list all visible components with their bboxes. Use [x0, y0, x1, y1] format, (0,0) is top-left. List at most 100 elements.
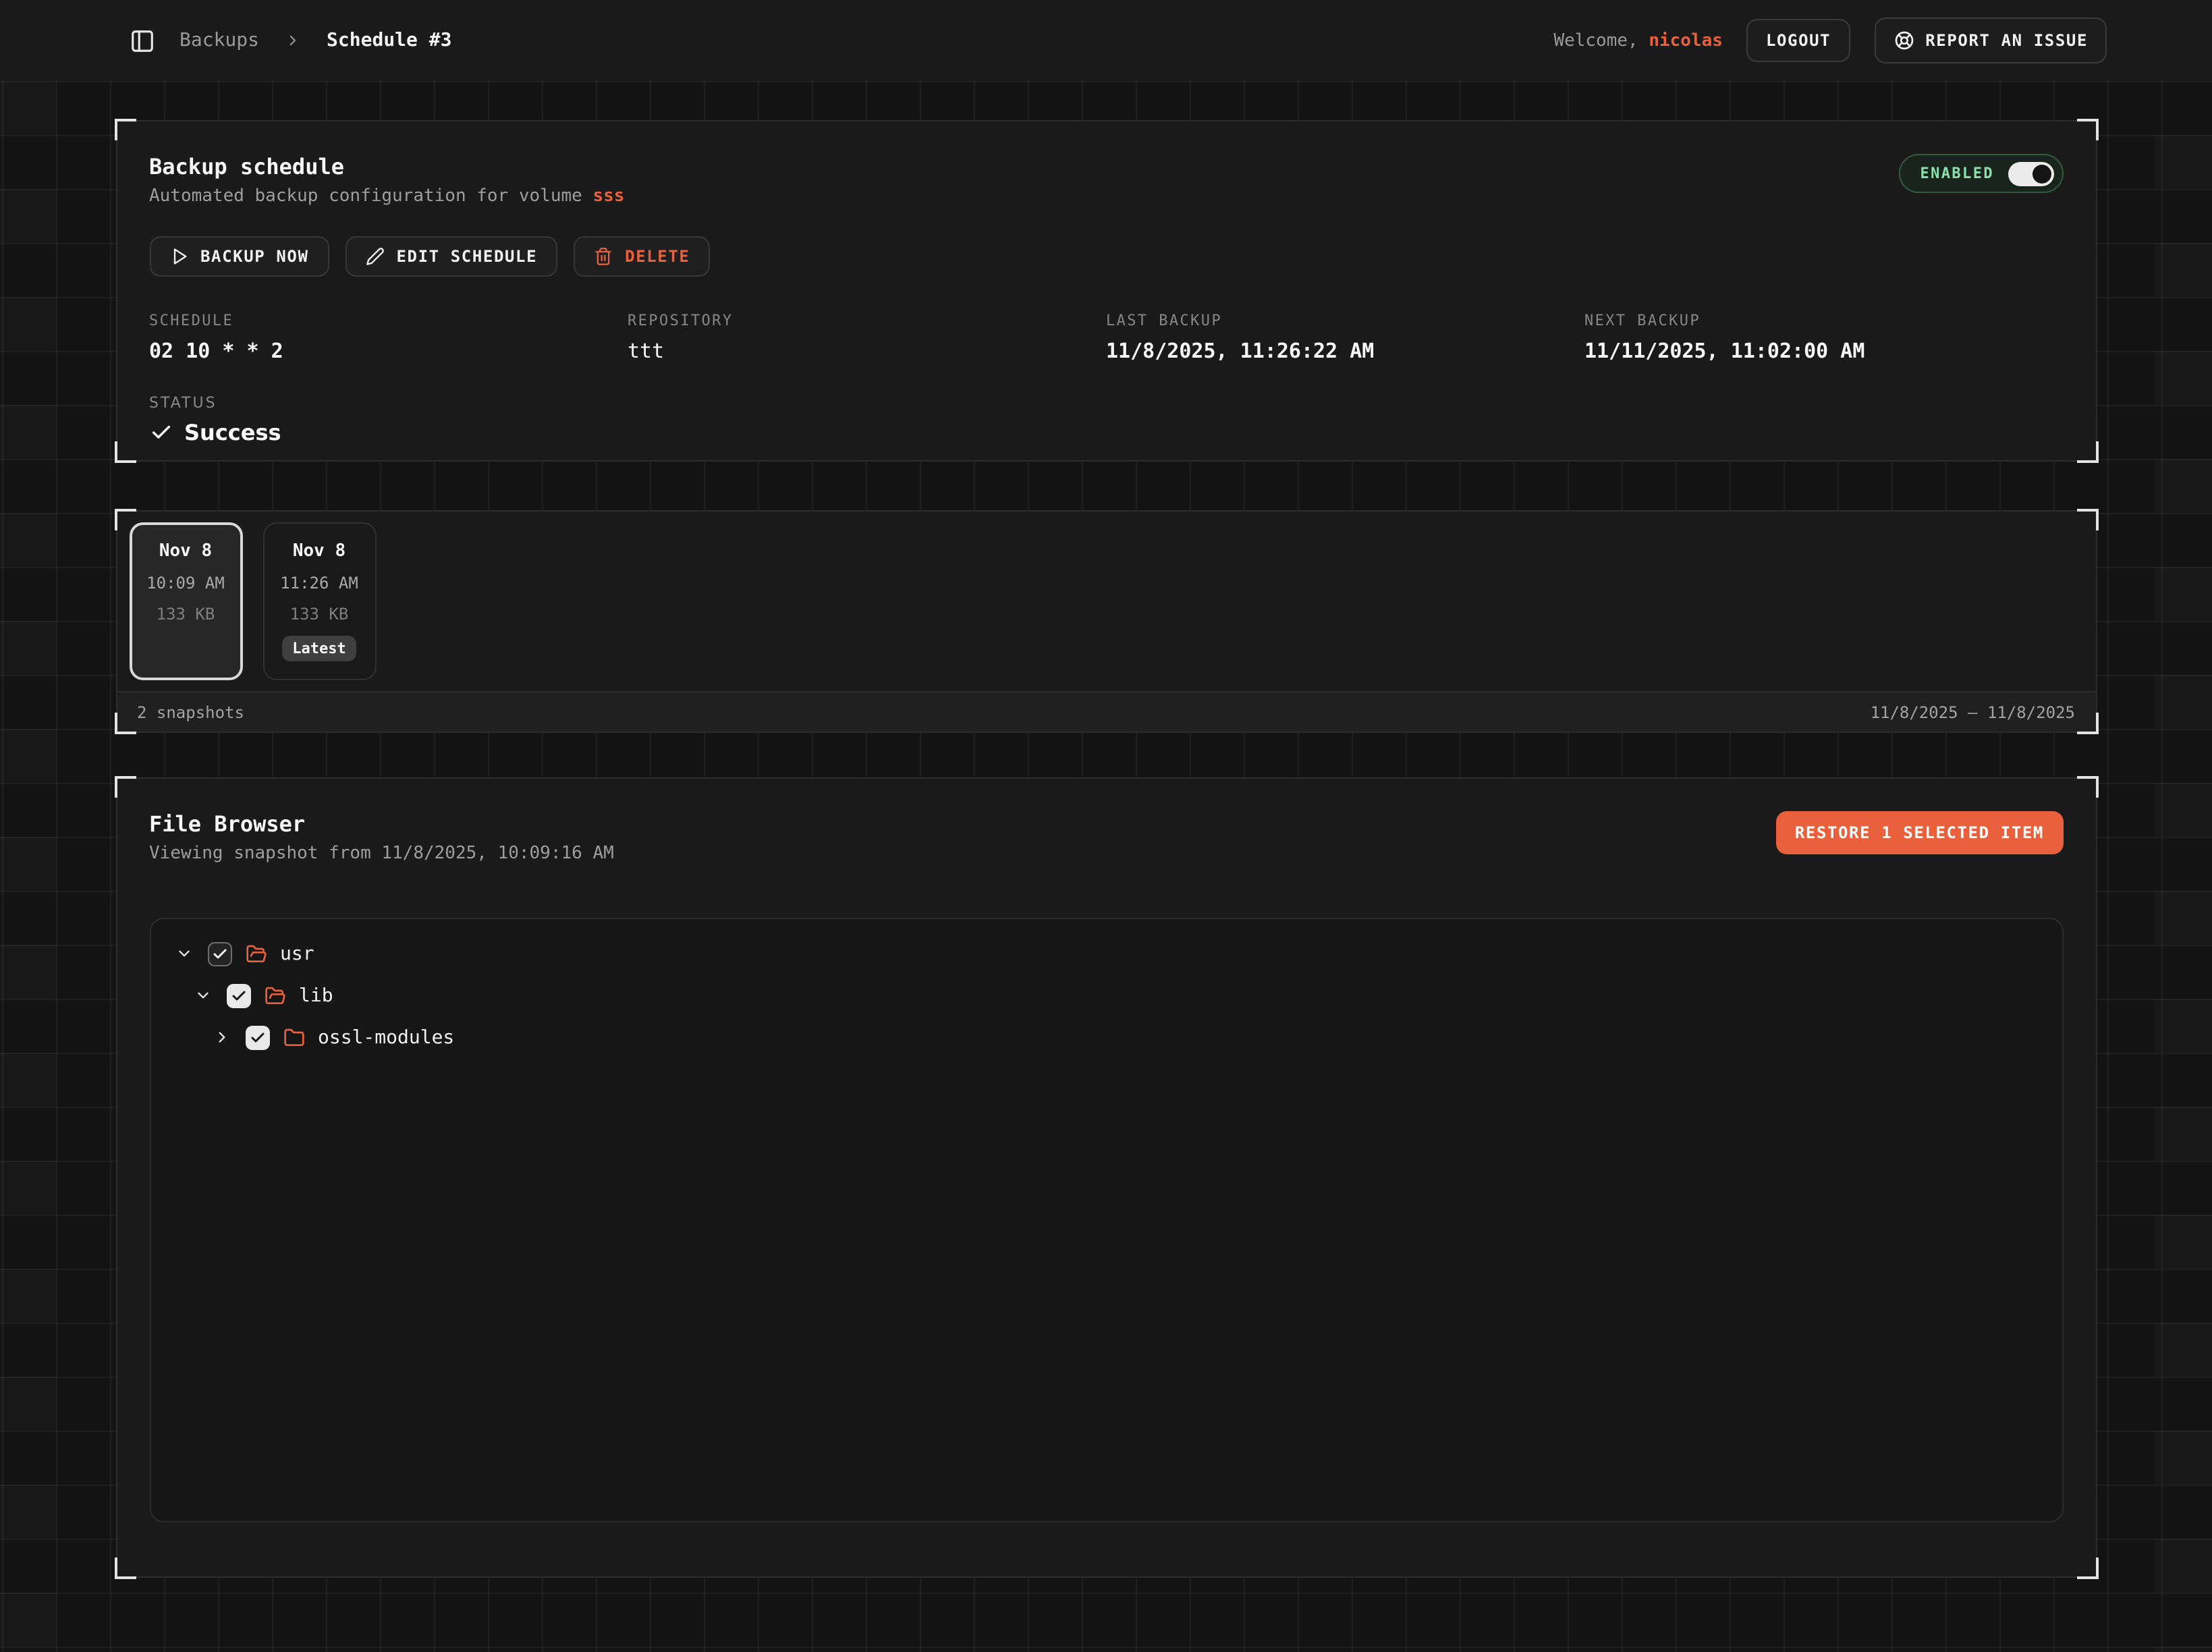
file-browser-title: File Browser — [149, 811, 614, 838]
field-label: REPOSITORY — [628, 312, 1106, 329]
folder-closed-icon — [283, 1026, 304, 1048]
schedule-actions: BACKUP NOW EDIT SCHEDULE DELETE — [149, 236, 2063, 277]
breadcrumb-section[interactable]: Backups — [179, 30, 259, 51]
corner-bracket — [114, 441, 136, 463]
page-title: Backup schedule — [149, 154, 624, 181]
field-label: LAST BACKUP — [1106, 312, 1584, 329]
status-label: STATUS — [149, 394, 2063, 412]
tree-item-label: ossl-modules — [318, 1026, 454, 1048]
tree-item-lib[interactable]: lib — [167, 974, 2045, 1016]
snapshot-time: 10:09 AM — [146, 574, 225, 593]
play-icon — [169, 247, 188, 266]
folder-open-icon — [264, 985, 285, 1006]
restore-selected-button[interactable]: RESTORE 1 SELECTED ITEM — [1776, 811, 2063, 854]
corner-bracket — [2076, 119, 2098, 140]
snapshot-count: 2 snapshots — [137, 703, 244, 721]
trash-icon — [594, 247, 613, 266]
status-badge: Success — [184, 420, 281, 445]
edit-schedule-label: EDIT SCHEDULE — [397, 247, 538, 266]
sidebar-toggle-button[interactable] — [127, 26, 157, 55]
panel-heading: Backup schedule Automated backup configu… — [149, 154, 624, 209]
snapshot-card[interactable]: Nov 8 11:26 AM 133 KB Latest — [262, 522, 376, 680]
snapshot-cards: Nov 8 10:09 AM 133 KB Nov 8 11:26 AM 133… — [117, 512, 2095, 691]
field-label: SCHEDULE — [149, 312, 628, 329]
timeline-footer: 2 snapshots 11/8/2025 – 11/8/2025 — [117, 691, 2095, 732]
logout-button[interactable]: LOGOUT — [1747, 19, 1850, 62]
breadcrumb: Backups Schedule #3 — [127, 26, 451, 55]
file-browser-subtitle: Viewing snapshot from 11/8/2025, 10:09:1… — [149, 841, 614, 866]
welcome-text: Welcome, nicolas — [1553, 30, 1723, 51]
chevron-down-icon[interactable] — [194, 987, 213, 1004]
snapshot-date: Nov 8 — [293, 541, 345, 561]
breadcrumb-current: Schedule #3 — [327, 30, 451, 51]
snapshot-date-range: 11/8/2025 – 11/8/2025 — [1871, 703, 2075, 721]
delete-label: DELETE — [625, 247, 690, 266]
tree-item-label: lib — [299, 985, 333, 1006]
username: nicolas — [1649, 30, 1723, 51]
page-background-grid: Backup schedule Automated backup configu… — [0, 81, 2212, 1652]
backup-now-label: BACKUP NOW — [200, 247, 309, 266]
status-block: STATUS Success — [149, 394, 2063, 445]
report-issue-button[interactable]: REPORT AN ISSUE — [1874, 18, 2107, 63]
app-root: Backups Schedule #3 Welcome, nicolas LOG… — [0, 0, 2212, 1652]
backup-schedule-panel: Backup schedule Automated backup configu… — [115, 120, 2097, 462]
field-value: 02 10 * * 2 — [149, 339, 628, 363]
chevron-right-icon — [285, 32, 301, 49]
checkbox-checked[interactable] — [207, 941, 231, 966]
corner-bracket — [114, 509, 136, 530]
corner-bracket — [2076, 713, 2098, 734]
field-last-backup: LAST BACKUP 11/8/2025, 11:26:22 AM — [1106, 312, 1584, 363]
tree-item-label: usr — [280, 943, 314, 964]
grid-edge-left — [0, 81, 56, 1652]
lifebuoy-icon — [1893, 30, 1914, 51]
check-icon — [149, 421, 172, 444]
enabled-toggle[interactable]: ENABLED — [1898, 154, 2063, 193]
tree-item-ossl-modules[interactable]: ossl-modules — [167, 1016, 2045, 1058]
field-value: ttt — [628, 339, 1106, 363]
corner-bracket — [2076, 1558, 2098, 1579]
latest-badge: Latest — [281, 636, 357, 661]
edit-schedule-button[interactable]: EDIT SCHEDULE — [345, 236, 558, 277]
field-value: 11/11/2025, 11:02:00 AM — [1584, 339, 2063, 363]
chevron-down-icon[interactable] — [175, 945, 194, 962]
enabled-label: ENABLED — [1920, 165, 1994, 182]
pencil-icon — [366, 247, 385, 266]
corner-bracket — [114, 776, 136, 798]
tree-item-usr[interactable]: usr — [167, 933, 2045, 974]
backup-now-button[interactable]: BACKUP NOW — [149, 236, 329, 277]
field-value: 11/8/2025, 11:26:22 AM — [1106, 339, 1584, 363]
snapshot-time: 11:26 AM — [280, 574, 358, 593]
panel-left-icon — [129, 28, 155, 53]
field-label: NEXT BACKUP — [1584, 312, 2063, 329]
folder-open-icon — [245, 943, 267, 964]
corner-bracket — [114, 713, 136, 734]
toggle-knob — [2032, 164, 2051, 183]
restore-label: RESTORE 1 SELECTED ITEM — [1795, 823, 2044, 842]
snapshot-size: 133 KB — [290, 605, 349, 624]
file-tree: usr lib — [149, 918, 2063, 1522]
schedule-info-grid: SCHEDULE 02 10 * * 2 REPOSITORY ttt LAST… — [149, 312, 2063, 363]
corner-bracket — [2076, 776, 2098, 798]
welcome-prefix: Welcome, — [1553, 30, 1638, 51]
volume-name: sss — [592, 186, 624, 206]
snapshot-card-selected[interactable]: Nov 8 10:09 AM 133 KB — [129, 522, 242, 680]
field-repository: REPOSITORY ttt — [628, 312, 1106, 363]
corner-bracket — [114, 119, 136, 140]
report-issue-label: REPORT AN ISSUE — [1925, 31, 2088, 50]
field-next-backup: NEXT BACKUP 11/11/2025, 11:02:00 AM — [1584, 312, 2063, 363]
snapshot-timeline-panel: Nov 8 10:09 AM 133 KB Nov 8 11:26 AM 133… — [115, 510, 2097, 733]
corner-bracket — [2076, 441, 2098, 463]
chevron-right-icon[interactable] — [213, 1028, 231, 1046]
header-actions: Welcome, nicolas LOGOUT REPORT AN ISSUE — [1553, 18, 2107, 63]
panel-subtitle: Automated backup configuration for volum… — [149, 184, 624, 209]
corner-bracket — [114, 1558, 136, 1579]
subtitle-text: Automated backup configuration for volum… — [149, 186, 592, 206]
panel-heading: File Browser Viewing snapshot from 11/8/… — [149, 811, 614, 866]
checkbox-checked[interactable] — [226, 983, 250, 1008]
checkbox-checked[interactable] — [245, 1025, 269, 1049]
snapshot-size: 133 KB — [157, 605, 215, 624]
field-schedule: SCHEDULE 02 10 * * 2 — [149, 312, 628, 363]
delete-button[interactable]: DELETE — [574, 236, 710, 277]
toggle-switch[interactable] — [2008, 161, 2053, 186]
grid-edge-right — [2154, 81, 2212, 1652]
